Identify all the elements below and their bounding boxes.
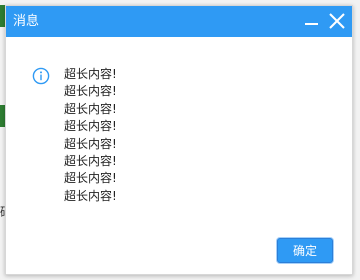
- close-button[interactable]: [325, 9, 349, 33]
- message-line: 超长内容!: [64, 119, 117, 134]
- close-icon: [329, 13, 345, 29]
- message-line: 超长内容!: [64, 101, 117, 116]
- dialog-titlebar[interactable]: 消息: [6, 6, 352, 37]
- ok-button[interactable]: 确定: [277, 238, 333, 263]
- message-line: 超长内容!: [64, 171, 117, 186]
- dialog-title: 消息: [13, 14, 40, 29]
- minimize-icon: [305, 23, 318, 25]
- message-line: 超长内容!: [64, 136, 117, 151]
- message-line: 超长内容!: [64, 84, 117, 99]
- message-line: 超长内容!: [64, 188, 117, 203]
- message-line: 超长内容!: [64, 67, 117, 81]
- info-circle-icon: [32, 67, 50, 85]
- minimize-button[interactable]: [300, 9, 324, 33]
- message-dialog: 消息 超长内容! 超长内容! 超长内容! 超长内容! 超长内容! 超长内容! 超…: [5, 5, 353, 275]
- message-line: 超长内容!: [64, 154, 117, 169]
- message-content: 超长内容! 超长内容! 超长内容! 超长内容! 超长内容! 超长内容! 超长内容…: [64, 66, 117, 205]
